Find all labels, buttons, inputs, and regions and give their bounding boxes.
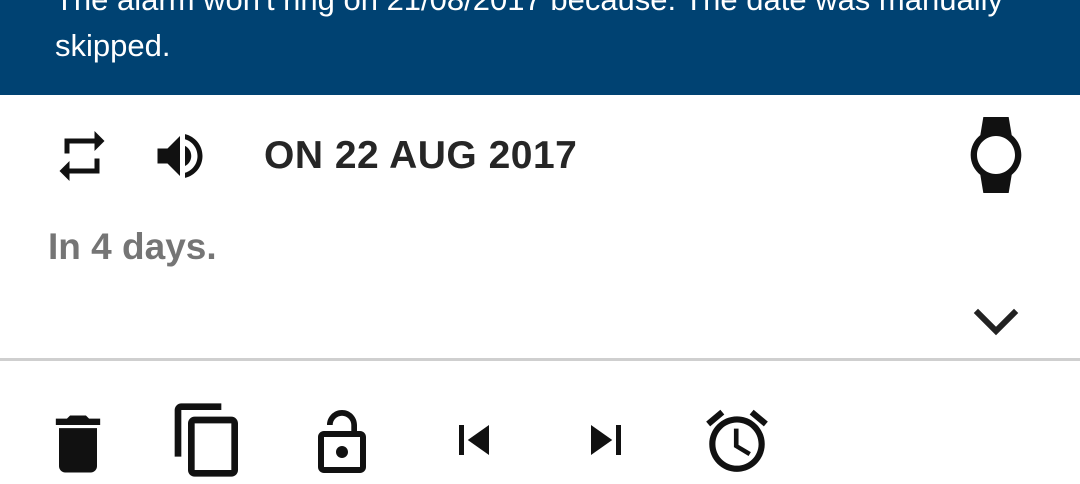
section-divider <box>0 358 1080 361</box>
trash-icon[interactable] <box>40 406 116 482</box>
skip-info-message: The alarm won't ring on 21/08/2017 becau… <box>55 0 1003 63</box>
watch-icon[interactable] <box>958 115 1034 195</box>
copy-icon[interactable] <box>168 398 248 482</box>
alarm-clock-icon[interactable] <box>700 404 774 478</box>
skip-info-banner: The alarm won't ring on 21/08/2017 becau… <box>0 0 1080 95</box>
unlock-icon[interactable] <box>306 402 378 484</box>
skip-next-icon[interactable] <box>576 410 636 470</box>
chevron-down-icon[interactable] <box>972 305 1020 343</box>
skip-previous-icon[interactable] <box>444 410 504 470</box>
alarm-date-label: ON 22 AUG 2017 <box>264 134 578 177</box>
volume-icon[interactable] <box>148 126 212 186</box>
alarm-relative-time: In 4 days. <box>48 226 217 267</box>
repeat-icon[interactable] <box>50 126 114 186</box>
